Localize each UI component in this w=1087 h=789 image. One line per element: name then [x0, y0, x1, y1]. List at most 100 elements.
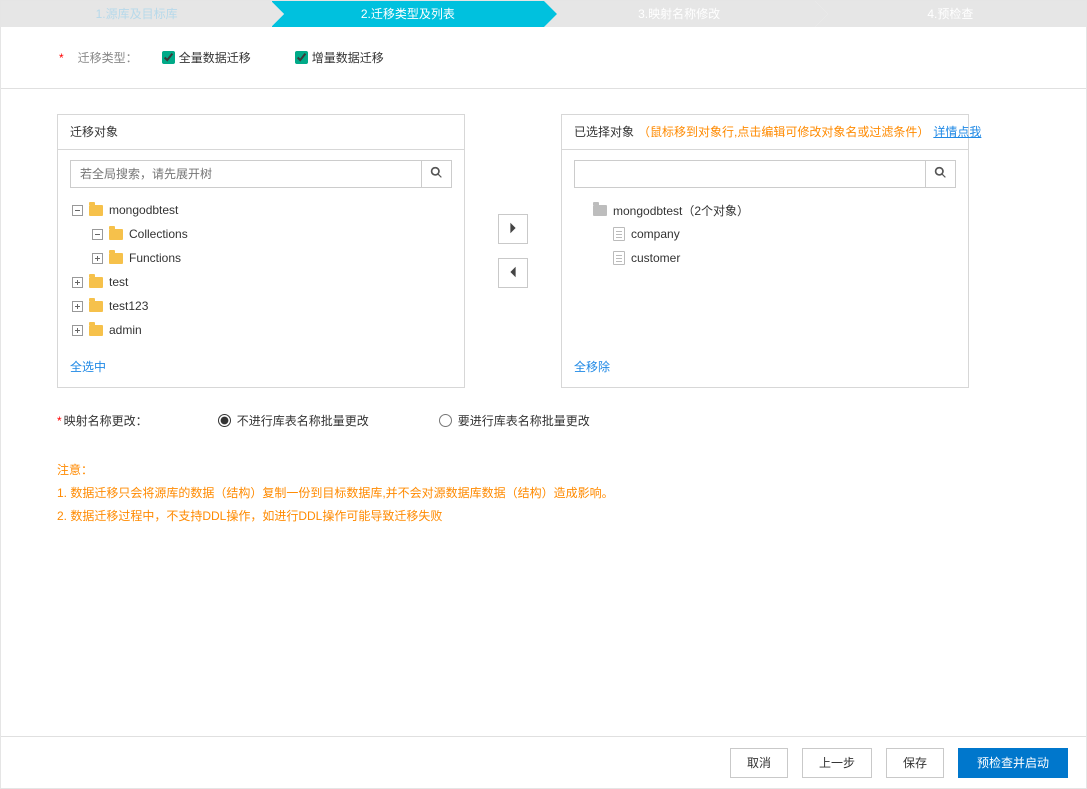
radio-do-rename-input[interactable] [439, 414, 452, 427]
source-panel-title: 迁移对象 [70, 115, 118, 150]
details-link[interactable]: 详情点我 [933, 115, 981, 150]
source-panel-footer: 全选中 [58, 348, 464, 387]
remove-all-link[interactable]: 全移除 [574, 360, 610, 374]
migration-type-row: * 迁移类型： 全量数据迁移 增量数据迁移 [1, 27, 1086, 88]
selected-node-customer[interactable]: customer [574, 246, 956, 270]
mapping-label: 映射名称更改： [57, 412, 148, 429]
tree-label: test [109, 275, 128, 289]
source-tree: mongodbtest Collections Functions [70, 198, 452, 342]
notice-line-1: 1. 数据迁移只会将源库的数据（结构）复制一份到目标数据库,并不会对源数据库数据… [57, 482, 1030, 505]
tree-node-mongodbtest[interactable]: mongodbtest [70, 198, 452, 222]
selected-panel: 已选择对象 （鼠标移到对象行,点击编辑可修改对象名或过滤条件） 详情点我 [561, 114, 969, 388]
main-area: 迁移对象 m [1, 88, 1086, 736]
selected-node-company[interactable]: company [574, 222, 956, 246]
folder-icon [109, 229, 123, 240]
source-search-input[interactable] [71, 161, 421, 187]
mapping-row: 映射名称更改： 不进行库表名称批量更改 要进行库表名称批量更改 [57, 412, 1030, 429]
cancel-button[interactable]: 取消 [730, 748, 788, 778]
document-icon [613, 251, 625, 265]
expand-icon[interactable] [72, 277, 83, 288]
expand-icon[interactable] [72, 301, 83, 312]
tree-node-functions[interactable]: Functions [70, 246, 452, 270]
footer-actions: 取消 上一步 保存 预检查并启动 [1, 736, 1086, 788]
search-icon [934, 166, 947, 182]
tree-label: Functions [129, 251, 181, 265]
selected-search [574, 160, 956, 188]
move-left-button[interactable] [498, 258, 528, 288]
step-3[interactable]: 3.映射名称修改 [544, 1, 815, 27]
selected-search-input[interactable] [575, 161, 925, 187]
collapse-icon[interactable] [92, 229, 103, 240]
source-search [70, 160, 452, 188]
precheck-start-button[interactable]: 预检查并启动 [958, 748, 1068, 778]
step-1-label: 1.源库及目标库 [96, 7, 178, 21]
document-icon [613, 227, 625, 241]
tree-label: admin [109, 323, 142, 337]
tree-label: customer [631, 251, 680, 265]
expand-icon[interactable] [72, 325, 83, 336]
notice-heading: 注意： [57, 459, 1030, 482]
radio-do-rename-label: 要进行库表名称批量更改 [458, 412, 590, 429]
tree-label: mongodbtest（2个对象） [613, 202, 749, 219]
checkbox-incremental-input[interactable] [295, 51, 308, 64]
tree-node-collections[interactable]: Collections [70, 222, 452, 246]
selected-panel-body: mongodbtest（2个对象） company customer [562, 150, 968, 348]
chevron-left-icon [508, 265, 518, 282]
step-4[interactable]: 4.预检查 [815, 1, 1086, 27]
step-4-label: 4.预检查 [927, 7, 973, 21]
migration-type-label: 迁移类型： [78, 49, 138, 66]
selected-panel-header: 已选择对象 （鼠标移到对象行,点击编辑可修改对象名或过滤条件） 详情点我 [562, 115, 968, 150]
required-asterisk: * [59, 51, 64, 65]
folder-icon [89, 205, 103, 216]
folder-icon [593, 205, 607, 216]
expand-icon[interactable] [92, 253, 103, 264]
source-panel-header: 迁移对象 [58, 115, 464, 150]
step-1[interactable]: 1.源库及目标库 [1, 1, 272, 27]
radio-do-rename[interactable]: 要进行库表名称批量更改 [439, 412, 590, 429]
selected-panel-footer: 全移除 [562, 348, 968, 387]
tree-label: Collections [129, 227, 188, 241]
app-root: 1.源库及目标库 2.迁移类型及列表 3.映射名称修改 4.预检查 * 迁移类型… [0, 0, 1087, 789]
selected-hint: （鼠标移到对象行,点击编辑可修改对象名或过滤条件） [638, 115, 929, 150]
selected-node-mongodbtest[interactable]: mongodbtest（2个对象） [574, 198, 956, 222]
checkbox-incremental-label: 增量数据迁移 [312, 49, 384, 66]
source-panel-body: mongodbtest Collections Functions [58, 150, 464, 348]
move-right-button[interactable] [498, 214, 528, 244]
selected-tree: mongodbtest（2个对象） company customer [574, 198, 956, 270]
save-button[interactable]: 保存 [886, 748, 944, 778]
wizard-steps: 1.源库及目标库 2.迁移类型及列表 3.映射名称修改 4.预检查 [1, 1, 1086, 27]
checkbox-full-label: 全量数据迁移 [179, 49, 251, 66]
transfer-buttons [465, 114, 561, 388]
radio-no-rename[interactable]: 不进行库表名称批量更改 [218, 412, 369, 429]
radio-no-rename-label: 不进行库表名称批量更改 [237, 412, 369, 429]
source-panel: 迁移对象 m [57, 114, 465, 388]
source-search-button[interactable] [421, 161, 451, 187]
tree-node-test123[interactable]: test123 [70, 294, 452, 318]
chevron-right-icon [508, 221, 518, 238]
folder-icon [89, 277, 103, 288]
dual-list: 迁移对象 m [57, 114, 1030, 388]
checkbox-incremental[interactable]: 增量数据迁移 [295, 49, 384, 66]
search-icon [430, 166, 443, 182]
folder-icon [89, 301, 103, 312]
radio-no-rename-input[interactable] [218, 414, 231, 427]
checkbox-full[interactable]: 全量数据迁移 [162, 49, 251, 66]
folder-icon [89, 325, 103, 336]
step-2-label: 2.迁移类型及列表 [361, 7, 455, 21]
tree-label: mongodbtest [109, 203, 178, 217]
notice-block: 注意： 1. 数据迁移只会将源库的数据（结构）复制一份到目标数据库,并不会对源数… [57, 459, 1030, 527]
step-2-active[interactable]: 2.迁移类型及列表 [272, 1, 543, 27]
prev-button[interactable]: 上一步 [802, 748, 872, 778]
tree-node-admin[interactable]: admin [70, 318, 452, 342]
tree-label: company [631, 227, 680, 241]
notice-line-2: 2. 数据迁移过程中，不支持DDL操作，如进行DDL操作可能导致迁移失败 [57, 505, 1030, 528]
tree-node-test[interactable]: test [70, 270, 452, 294]
folder-icon [109, 253, 123, 264]
select-all-link[interactable]: 全选中 [70, 360, 106, 374]
selected-title: 已选择对象 [574, 115, 634, 150]
collapse-icon[interactable] [72, 205, 83, 216]
step-3-label: 3.映射名称修改 [638, 7, 720, 21]
tree-label: test123 [109, 299, 148, 313]
checkbox-full-input[interactable] [162, 51, 175, 64]
selected-search-button[interactable] [925, 161, 955, 187]
